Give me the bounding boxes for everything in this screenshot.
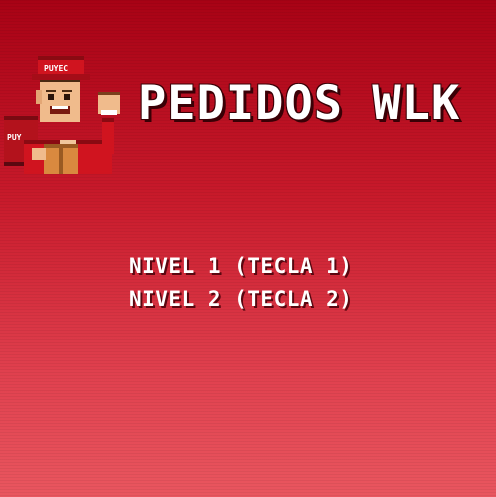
game-title: PEDIDOS WLK [138, 76, 461, 131]
cap-logo: PUYEC [44, 64, 68, 73]
box-logo: PUY [7, 133, 22, 142]
level-2-option[interactable]: NIVEL 2 (TECLA 2) [129, 283, 429, 316]
delivery-mascot-logo: PUY PUYEC [4, 56, 120, 174]
title-screen: PUY PUYEC PEDIDOS WLK NIVEL 1 (TECLA 1) … [0, 0, 496, 497]
level-1-option[interactable]: NIVEL 1 (TECLA 1) [129, 250, 429, 283]
level-menu: NIVEL 1 (TECLA 1) NIVEL 2 (TECLA 2) [129, 250, 429, 316]
